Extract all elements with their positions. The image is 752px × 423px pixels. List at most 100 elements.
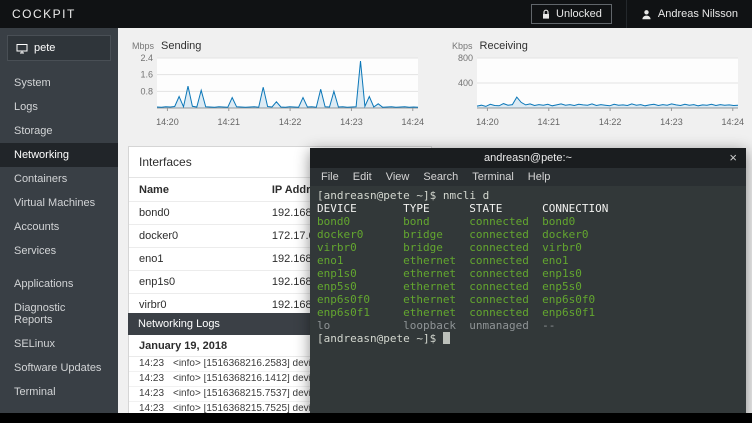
terminal-window: andreasn@pete:~× FileEditViewSearchTermi… <box>310 148 746 423</box>
interface-name[interactable]: docker0 <box>129 225 262 248</box>
receiving-chart: Kbps Receiving 800400 14:2014:2114:2214:… <box>450 40 742 129</box>
sidebar-item-diagnostic-reports[interactable]: Diagnostic Reports <box>0 296 118 332</box>
nav-group-divider <box>0 263 118 272</box>
x-tick-label: 14:21 <box>538 117 561 127</box>
sending-chart-plot: 2.41.60.8 <box>130 53 422 117</box>
terminal-menu-file[interactable]: File <box>314 171 346 183</box>
sidebar-item-services[interactable]: Services <box>0 239 118 263</box>
terminal-cell: enp1s0 <box>317 267 403 280</box>
terminal-menu-edit[interactable]: Edit <box>346 171 379 183</box>
topbar-actions: Unlocked Andreas Nilsson <box>531 0 752 28</box>
sidebar-item-applications[interactable]: Applications <box>0 272 118 296</box>
user-menu-button[interactable]: Andreas Nilsson <box>626 0 752 28</box>
terminal-cell: docker0 <box>542 228 588 241</box>
terminal-cell: bond0 <box>542 215 575 228</box>
sidebar-item-logs[interactable]: Logs <box>0 95 118 119</box>
terminal-cell: eno1 <box>317 254 403 267</box>
sending-chart-xaxis: 14:2014:2114:2214:2314:24 <box>130 117 422 129</box>
sidebar: pete SystemLogsStorageNetworkingContaine… <box>0 28 118 423</box>
terminal-menu-search[interactable]: Search <box>416 171 465 183</box>
sidebar-item-selinux[interactable]: SELinux <box>0 332 118 356</box>
terminal-titlebar[interactable]: andreasn@pete:~× <box>310 148 746 168</box>
terminal-command: nmcli d <box>443 189 489 202</box>
terminal-output-row: enp1s0ethernetconnectedenp1s0 <box>317 267 739 280</box>
terminal-cell: ethernet <box>403 280 469 293</box>
close-icon[interactable]: × <box>729 148 737 168</box>
receiving-chart-header: Kbps Receiving <box>452 40 742 52</box>
terminal-output-row: enp5s0ethernetconnectedenp5s0 <box>317 280 739 293</box>
terminal-output-row: bond0bondconnectedbond0 <box>317 215 739 228</box>
chart-unit-label: Kbps <box>452 41 473 51</box>
terminal-cell: docker0 <box>317 228 403 241</box>
bottom-bar <box>0 413 752 423</box>
screen: COCKPIT Unlocked Andreas Nilsson pete <box>0 0 752 423</box>
sidebar-item-terminal[interactable]: Terminal <box>0 380 118 404</box>
user-name: Andreas Nilsson <box>658 8 738 20</box>
terminal-body[interactable]: [andreasn@pete ~]$ nmcli dDEVICETYPESTATE… <box>310 186 746 423</box>
terminal-menu-help[interactable]: Help <box>521 171 558 183</box>
terminal-cell: loopback <box>403 319 469 332</box>
sidebar-item-virtual-machines[interactable]: Virtual Machines <box>0 191 118 215</box>
terminal-cell: unmanaged <box>469 319 542 332</box>
interface-name[interactable]: bond0 <box>129 202 262 225</box>
terminal-output-row: enp6s0f0ethernetconnectedenp6s0f0 <box>317 293 739 306</box>
terminal-cell: virbr0 <box>542 241 582 254</box>
terminal-cell: TYPE <box>403 202 469 215</box>
x-tick-label: 14:20 <box>156 117 179 127</box>
terminal-menu-terminal[interactable]: Terminal <box>465 171 521 183</box>
sidebar-item-containers[interactable]: Containers <box>0 167 118 191</box>
terminal-cell: bridge <box>403 228 469 241</box>
terminal-menu-view[interactable]: View <box>379 171 417 183</box>
terminal-cell: enp6s0f1 <box>542 306 595 319</box>
unlocked-label: Unlocked <box>556 8 602 20</box>
terminal-cell: ethernet <box>403 306 469 319</box>
x-tick-label: 14:24 <box>402 117 425 127</box>
host-name: pete <box>34 42 55 54</box>
terminal-prompt: [andreasn@pete ~]$ <box>317 332 436 345</box>
sidebar-nav: SystemLogsStorageNetworkingContainersVir… <box>0 71 118 404</box>
top-bar: COCKPIT Unlocked Andreas Nilsson <box>0 0 752 28</box>
terminal-prompt-line: [andreasn@pete ~]$ <box>317 332 739 345</box>
terminal-cell: eno1 <box>542 254 569 267</box>
svg-text:2.4: 2.4 <box>140 53 153 63</box>
log-time: 14:23 <box>139 389 165 399</box>
brand-logo: COCKPIT <box>12 7 76 21</box>
terminal-cell: bond0 <box>317 215 403 228</box>
terminal-cell: connected <box>469 254 542 267</box>
terminal-output-row: DEVICETYPESTATECONNECTION <box>317 202 739 215</box>
receiving-chart-plot: 800400 <box>450 53 742 117</box>
terminal-prompt: [andreasn@pete ~]$ <box>317 189 436 202</box>
sidebar-item-accounts[interactable]: Accounts <box>0 215 118 239</box>
sidebar-item-networking[interactable]: Networking <box>0 143 118 167</box>
sidebar-item-storage[interactable]: Storage <box>0 119 118 143</box>
terminal-command-line: [andreasn@pete ~]$ nmcli d <box>317 189 739 202</box>
terminal-output: DEVICETYPESTATECONNECTIONbond0bondconnec… <box>317 202 739 332</box>
log-message: <info> [1516368216.1412] device <box>173 374 321 384</box>
terminal-cell: enp1s0 <box>542 267 582 280</box>
host-selector[interactable]: pete <box>7 35 111 61</box>
terminal-cell: connected <box>469 241 542 254</box>
x-tick-label: 14:22 <box>279 117 302 127</box>
log-time: 14:23 <box>139 374 165 384</box>
terminal-cell: virbr0 <box>317 241 403 254</box>
terminal-cell: connected <box>469 228 542 241</box>
chart-title: Receiving <box>480 40 528 52</box>
sidebar-item-software-updates[interactable]: Software Updates <box>0 356 118 380</box>
unlocked-button[interactable]: Unlocked <box>531 4 612 24</box>
terminal-menubar: FileEditViewSearchTerminalHelp <box>310 168 746 186</box>
terminal-cell: connected <box>469 215 542 228</box>
interface-name[interactable]: eno1 <box>129 248 262 271</box>
receiving-chart-xaxis: 14:2014:2114:2214:2314:24 <box>450 117 742 129</box>
terminal-cell: CONNECTION <box>542 202 608 215</box>
terminal-output-row: docker0bridgeconnecteddocker0 <box>317 228 739 241</box>
server-icon <box>16 43 28 54</box>
terminal-output-row: virbr0bridgeconnectedvirbr0 <box>317 241 739 254</box>
log-message: <info> [1516368216.2583] device <box>173 359 321 369</box>
terminal-cell: enp5s0 <box>317 280 403 293</box>
terminal-cell: enp6s0f1 <box>317 306 403 319</box>
terminal-cell: bridge <box>403 241 469 254</box>
svg-text:0.8: 0.8 <box>140 86 153 96</box>
interface-name[interactable]: enp1s0 <box>129 271 262 294</box>
sidebar-item-system[interactable]: System <box>0 71 118 95</box>
sending-chart-header: Mbps Sending <box>132 40 422 52</box>
